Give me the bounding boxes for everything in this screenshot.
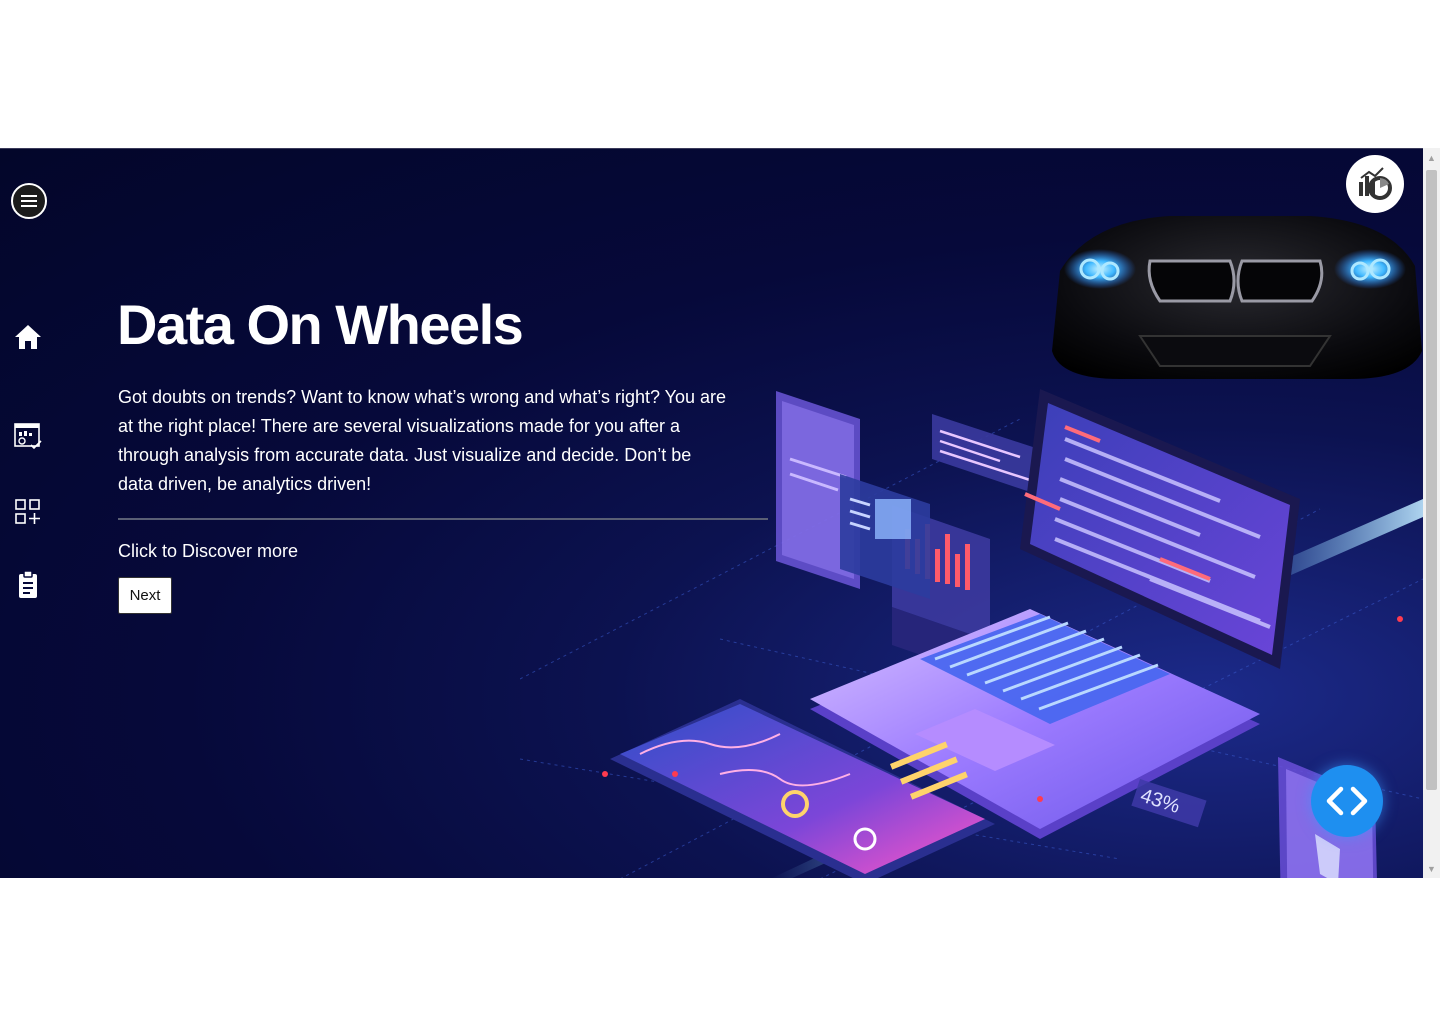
- app-window: Data On Wheels Got doubts on trends? Wan…: [0, 148, 1440, 878]
- analytics-logo-icon: [1359, 167, 1392, 200]
- code-toggle-button[interactable]: [1311, 765, 1383, 837]
- sidebar-item-clipboard[interactable]: [10, 567, 46, 603]
- scrollbar-thumb[interactable]: [1426, 170, 1437, 790]
- main-viewport: Data On Wheels Got doubts on trends? Wan…: [0, 148, 1423, 878]
- page-title: Data On Wheels: [117, 293, 524, 356]
- next-button[interactable]: Next: [118, 577, 172, 614]
- hamburger-menu-button[interactable]: [11, 183, 47, 219]
- menu-icon: [21, 195, 37, 207]
- code-chevrons-icon: [1326, 786, 1368, 816]
- logo-badge[interactable]: [1346, 155, 1404, 213]
- add-widget-icon: [15, 499, 40, 524]
- scroll-up-icon[interactable]: ▲: [1423, 150, 1440, 167]
- sidebar-item-home[interactable]: [10, 319, 46, 355]
- vertical-scrollbar[interactable]: ▲ ▼: [1423, 148, 1440, 878]
- hero-illustration: 43%: [520, 389, 1423, 878]
- discover-label: Click to Discover more: [118, 541, 299, 561]
- car-image: [1052, 216, 1422, 379]
- scroll-down-icon[interactable]: ▼: [1423, 861, 1440, 878]
- home-icon: [15, 325, 41, 349]
- sidebar-item-add-widget[interactable]: [10, 494, 46, 530]
- clipboard-icon: [19, 570, 37, 598]
- sidebar-item-dashboard[interactable]: [10, 418, 46, 454]
- dashboard-report-icon: [14, 423, 42, 450]
